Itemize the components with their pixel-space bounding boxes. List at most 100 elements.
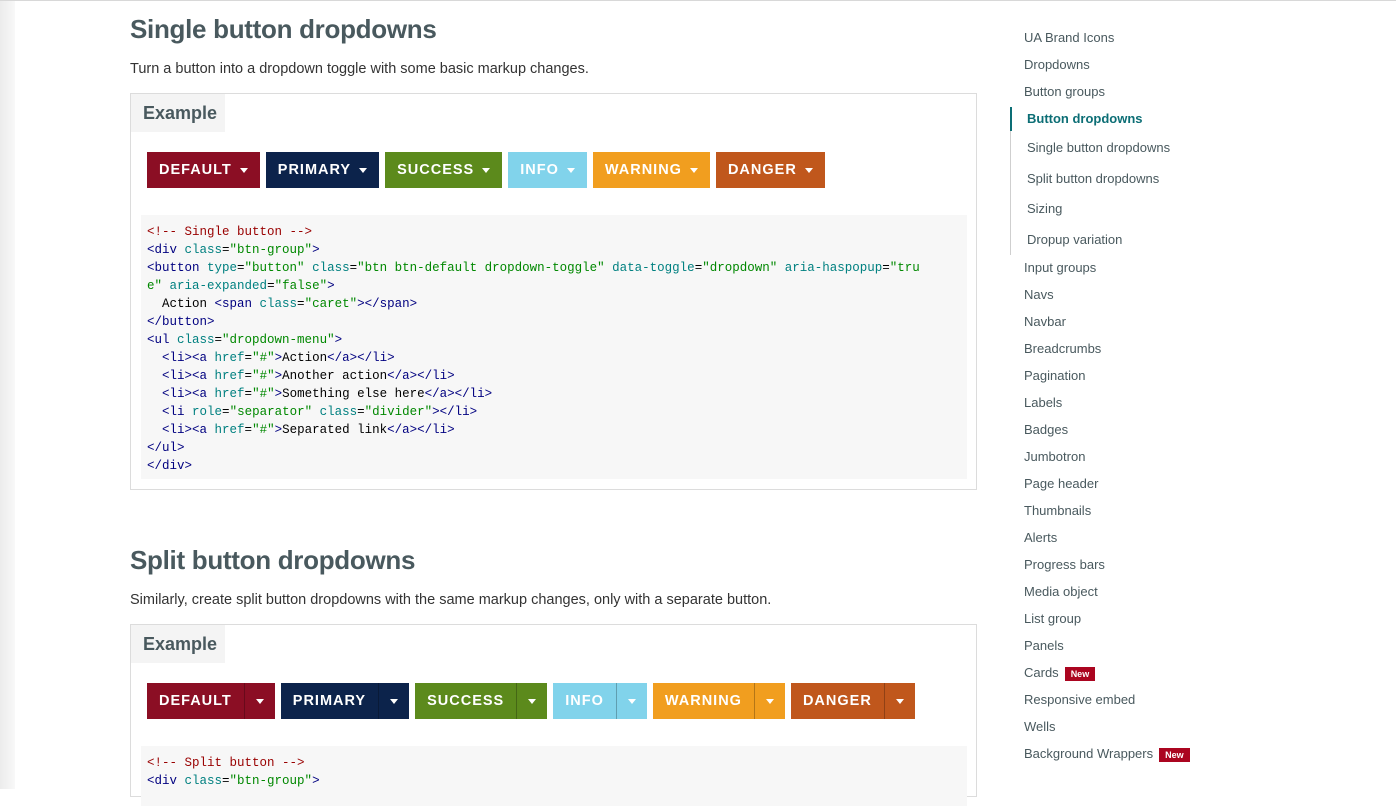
code-token: = xyxy=(297,297,305,311)
code-token: = xyxy=(237,261,245,275)
info-button[interactable]: INFO xyxy=(553,683,616,719)
primary-dropdown-toggle[interactable] xyxy=(378,683,409,719)
primary-button[interactable]: PRIMARY xyxy=(281,683,378,719)
sidebar-item-alerts[interactable]: Alerts xyxy=(1024,530,1057,545)
success-dropdown-toggle[interactable] xyxy=(516,683,547,719)
sidebar-item-button-dropdowns[interactable]: Button dropdowns xyxy=(1027,111,1143,126)
code-token: </div> xyxy=(147,459,193,473)
code-token: = xyxy=(349,261,358,275)
primary-dropdown-button[interactable]: PRIMARY xyxy=(265,152,380,188)
code-line: <li><a href="#">Separated link</a></li> xyxy=(147,421,961,439)
code-token: "#" xyxy=(252,423,275,437)
sidebar-item-label: Dropdowns xyxy=(1024,57,1090,72)
sidebar-item-dropup-variation[interactable]: Dropup variation xyxy=(1027,232,1122,247)
caret-icon xyxy=(239,167,248,173)
sidebar-item-breadcrumbs[interactable]: Breadcrumbs xyxy=(1024,341,1101,356)
sidebar-item-label: Panels xyxy=(1024,638,1064,653)
code-line: </button> xyxy=(147,313,961,331)
code-token: </a></li> xyxy=(327,351,395,365)
code-line: </ul> xyxy=(147,439,961,457)
button-label: INFO xyxy=(520,162,559,178)
code-token: Something else here xyxy=(282,387,425,401)
sidebar-item-split-button-dropdowns[interactable]: Split button dropdowns xyxy=(1027,171,1159,186)
code-token: role xyxy=(192,405,223,419)
danger-button[interactable]: DANGER xyxy=(791,683,884,719)
code-token: <div xyxy=(147,774,185,788)
sidebar-item-panels[interactable]: Panels xyxy=(1024,638,1064,653)
caret-icon xyxy=(390,698,399,704)
example-label: Example xyxy=(131,625,225,663)
danger-dropdown-button[interactable]: DANGER xyxy=(715,152,825,188)
sidebar-item-label: Sizing xyxy=(1027,201,1063,216)
sidebar-item-pagination[interactable]: Pagination xyxy=(1024,368,1085,383)
code-token: <ul xyxy=(147,333,178,347)
sidebar-item-responsive-embed[interactable]: Responsive embed xyxy=(1024,692,1135,707)
code-token: "divider" xyxy=(364,405,433,419)
sidebar-item-thumbnails[interactable]: Thumbnails xyxy=(1024,503,1091,518)
info-dropdown-toggle[interactable] xyxy=(615,683,647,719)
code-token: data-toggle xyxy=(612,261,695,275)
warning-dropdown-button[interactable]: WARNING xyxy=(592,152,710,188)
sidebar-item-page-header[interactable]: Page header xyxy=(1024,476,1098,491)
sidebar-item-cards[interactable]: Cards New xyxy=(1024,665,1096,681)
code-token: <li xyxy=(162,405,193,419)
code-token: <li><a xyxy=(162,387,215,401)
sidebar-item-label: Navs xyxy=(1024,287,1054,302)
sidebar-item-badges[interactable]: Badges xyxy=(1024,422,1068,437)
sidebar-item-single-button-dropdowns[interactable]: Single button dropdowns xyxy=(1027,140,1170,155)
code-snippet: <!-- Single button --> <div class="btn-gr… xyxy=(141,215,967,479)
success-dropdown-button[interactable]: SUCCESS xyxy=(385,152,503,188)
code-token: = xyxy=(222,774,230,788)
info-dropdown-button[interactable]: INFO xyxy=(508,152,587,188)
sidebar-item-jumbotron[interactable]: Jumbotron xyxy=(1024,449,1085,464)
sidebar-item-navbar[interactable]: Navbar xyxy=(1024,314,1066,329)
danger-dropdown-toggle[interactable] xyxy=(883,683,915,719)
sidebar-item-button-groups[interactable]: Button groups xyxy=(1024,84,1105,99)
warning-button[interactable]: WARNING xyxy=(653,683,754,719)
code-token: aria-expanded xyxy=(169,279,268,293)
info-split-button: INFO xyxy=(553,683,647,719)
caret-icon xyxy=(804,167,813,173)
code-token: "btn-group" xyxy=(229,774,313,788)
code-token: href xyxy=(214,423,245,437)
default-dropdown-button[interactable]: DEFAULT xyxy=(147,152,260,188)
sidebar-item-sizing[interactable]: Sizing xyxy=(1027,201,1062,216)
default-button[interactable]: DEFAULT xyxy=(147,683,244,719)
code-token: = xyxy=(222,405,230,419)
code-token: "dropdown" xyxy=(702,261,778,275)
code-token: "#" xyxy=(252,369,275,383)
sidebar-item-media-object[interactable]: Media object xyxy=(1024,584,1098,599)
success-button[interactable]: SUCCESS xyxy=(415,683,516,719)
code-token: "dropdown-menu" xyxy=(222,333,335,347)
sidebar-item-input-groups[interactable]: Input groups xyxy=(1024,260,1096,275)
sidebar-item-navs[interactable]: Navs xyxy=(1024,287,1054,302)
code-token: aria-haspopup xyxy=(784,261,883,275)
default-dropdown-toggle[interactable] xyxy=(243,683,275,719)
sidebar-item-label: Wells xyxy=(1024,719,1056,734)
sidebar-item-wells[interactable]: Wells xyxy=(1024,719,1056,734)
sidebar-item-progress-bars[interactable]: Progress bars xyxy=(1024,557,1105,572)
code-token: class xyxy=(177,333,215,347)
warning-split-button: WARNING xyxy=(652,683,785,719)
code-line: <div class="btn-group"> xyxy=(147,241,961,259)
code-token: > xyxy=(274,369,283,383)
warning-dropdown-toggle[interactable] xyxy=(753,683,785,719)
code-token: = xyxy=(244,369,253,383)
code-token: href xyxy=(214,351,245,365)
code-token: <button xyxy=(147,261,208,275)
code-token: Another action xyxy=(282,369,388,383)
sidebar-item-list-group[interactable]: List group xyxy=(1024,611,1081,626)
caret-icon xyxy=(689,167,698,173)
caret-icon xyxy=(895,698,904,704)
code-token: "tru xyxy=(889,261,920,275)
code-token: type xyxy=(207,261,238,275)
button-label: DANGER xyxy=(727,162,797,178)
sidebar-item-ua-brand-icons[interactable]: UA Brand Icons xyxy=(1024,30,1114,45)
sidebar-item-dropdowns[interactable]: Dropdowns xyxy=(1024,57,1090,72)
code-token: <div xyxy=(147,243,185,257)
sidebar-item-background-wrappers[interactable]: Background Wrappers New xyxy=(1024,746,1190,762)
sidebar-item-labels[interactable]: Labels xyxy=(1024,395,1062,410)
